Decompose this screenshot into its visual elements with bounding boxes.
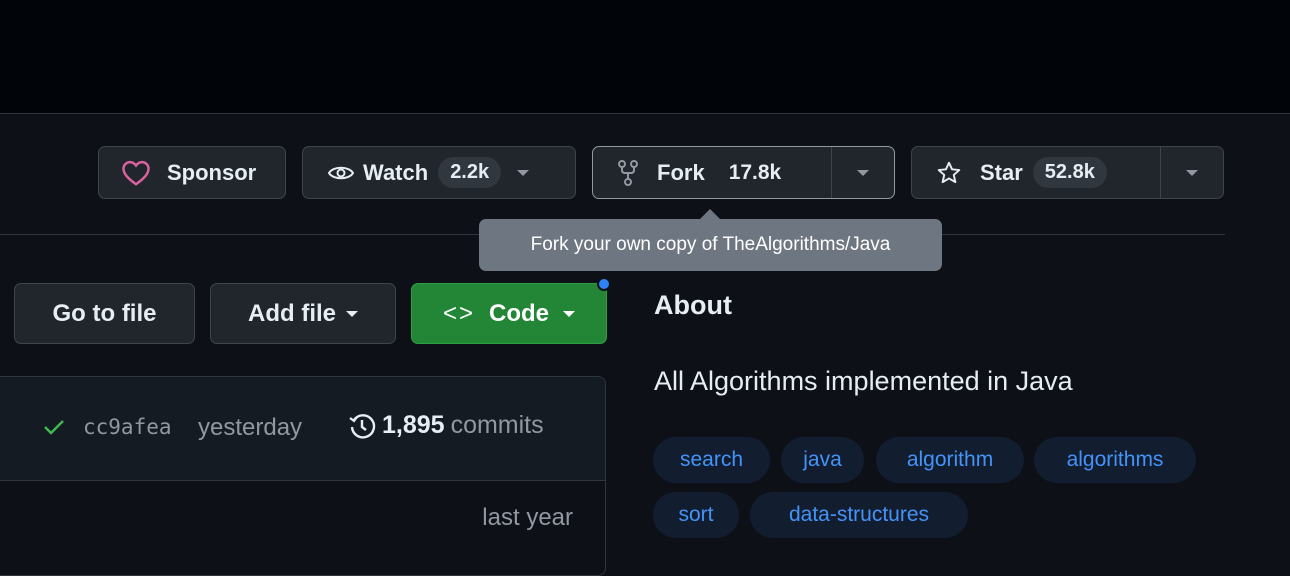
heart-icon	[121, 159, 151, 187]
chevron-down-icon	[857, 169, 869, 176]
check-icon	[43, 418, 65, 441]
topic-algorithm[interactable]: algorithm	[876, 437, 1024, 483]
fork-count: 17.8k	[728, 160, 782, 184]
notification-dot	[597, 277, 611, 291]
sponsor-button[interactable]: Sponsor	[98, 146, 286, 199]
code-button[interactable]: <> Code	[411, 283, 607, 344]
fork-button-group: Fork 17.8k	[592, 146, 895, 199]
sponsor-label: Sponsor	[167, 159, 257, 185]
topic-algorithms[interactable]: algorithms	[1034, 437, 1196, 483]
go-to-file-button[interactable]: Go to file	[14, 283, 195, 344]
watch-dropdown-caret[interactable]	[517, 169, 530, 176]
chevron-down-icon	[1186, 169, 1198, 176]
commit-time: yesterday	[198, 414, 303, 441]
chevron-down-icon	[563, 310, 576, 317]
history-icon	[348, 412, 376, 440]
go-to-file-label: Go to file	[52, 299, 157, 327]
star-label: Star	[980, 159, 1023, 185]
fork-dropdown-button[interactable]	[832, 147, 894, 198]
repo-forked-icon	[617, 159, 639, 186]
file-row-time: last year	[482, 504, 573, 531]
watch-label: Watch	[363, 159, 429, 185]
commit-count: 1,895	[382, 411, 445, 439]
about-description: All Algorithms implemented in Java	[654, 366, 1073, 396]
watch-count: 2.2k	[438, 157, 502, 188]
about-heading: About	[654, 290, 732, 320]
fork-button[interactable]: Fork 17.8k	[593, 147, 831, 198]
eye-icon	[327, 163, 355, 183]
watch-button[interactable]: Watch 2.2k	[302, 146, 576, 199]
chevron-down-icon	[346, 310, 358, 317]
topic-sort[interactable]: sort	[653, 492, 739, 538]
topic-java[interactable]: java	[781, 437, 864, 483]
star-dropdown-button[interactable]	[1161, 147, 1223, 198]
fork-tooltip: Fork your own copy of TheAlgorithms/Java	[479, 219, 942, 271]
latest-commit-bar: cc9afea yesterday 1,895 commits	[0, 377, 605, 481]
star-icon	[936, 160, 962, 186]
commits-label: commits	[450, 411, 544, 439]
star-count: 52.8k	[1032, 157, 1107, 188]
fork-label: Fork	[657, 159, 705, 185]
commits-link[interactable]: 1,895 commits	[348, 411, 544, 440]
add-file-label: Add file	[248, 299, 336, 327]
add-file-button[interactable]: Add file	[210, 283, 396, 344]
topic-search[interactable]: search	[653, 437, 770, 483]
file-list-box: cc9afea yesterday 1,895 commits last yea…	[0, 376, 606, 576]
top-header-bar	[0, 0, 1290, 114]
star-button-group: Star 52.8k	[911, 146, 1224, 199]
commit-hash[interactable]: cc9afea	[83, 415, 172, 439]
code-icon: <>	[442, 299, 476, 327]
star-button[interactable]: Star 52.8k	[912, 147, 1160, 198]
code-label: Code	[489, 299, 550, 327]
topic-data-structures[interactable]: data-structures	[750, 492, 968, 538]
